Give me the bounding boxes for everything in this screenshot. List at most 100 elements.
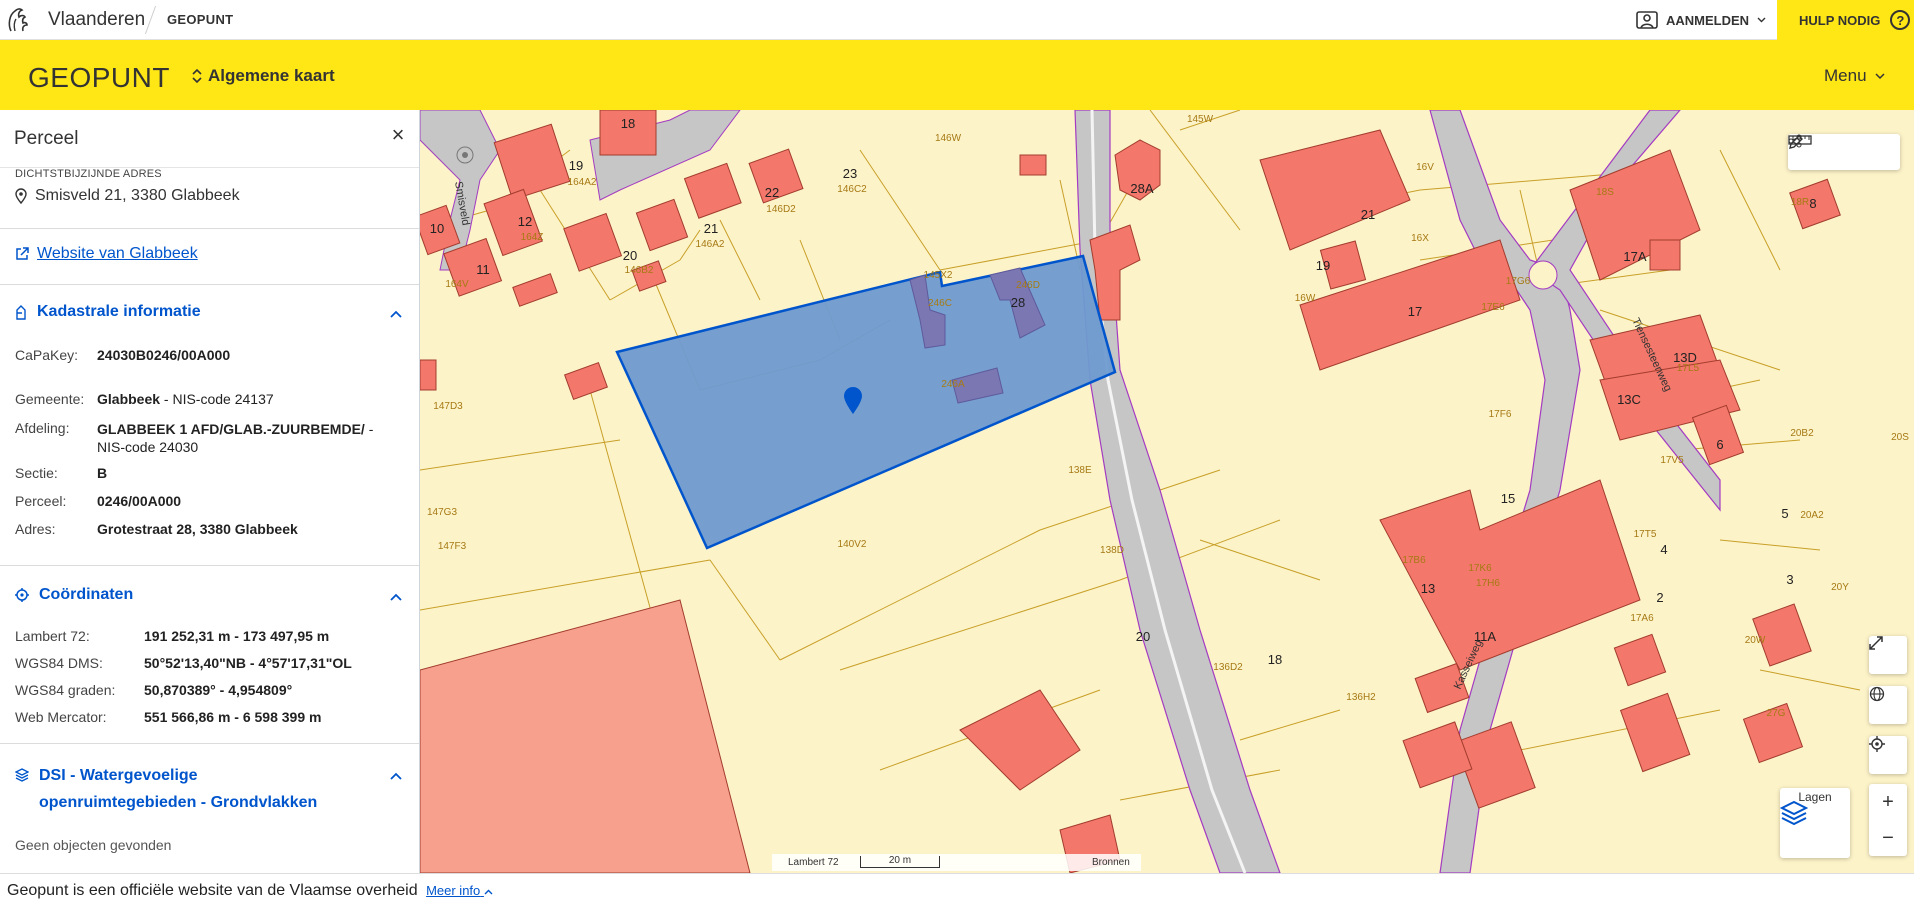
coord-deg-row: WGS84 graden: 50,870389° - 4,954809° — [15, 682, 292, 698]
section-dsi-header[interactable]: DSI - Watergevoelige openruimtegebieden -… — [15, 762, 317, 816]
parcel-164z: 164Z — [521, 232, 544, 243]
section-kadaster-title: Kadastrale informatie — [37, 303, 201, 320]
label-22: 22 — [765, 185, 779, 200]
user-icon — [1636, 11, 1658, 29]
label-19: 19 — [569, 158, 583, 173]
label-4: 4 — [1660, 542, 1667, 557]
label-13: 13 — [1421, 581, 1435, 596]
login-button[interactable]: AANMELDEN — [1636, 8, 1766, 32]
crosshair-icon — [15, 588, 29, 602]
chevron-up-icon — [484, 889, 493, 895]
locate-button[interactable] — [1869, 736, 1907, 774]
gemeente-row: Gemeente: Glabbeek - NIS-code 24137 — [15, 391, 274, 407]
merc-label: Web Mercator: — [15, 709, 107, 725]
merc-value: 551 566,86 m - 6 598 399 m — [144, 709, 322, 725]
zoom-in-button[interactable]: + — [1869, 784, 1907, 820]
label-11: 11 — [476, 262, 490, 277]
label-23: 23 — [843, 166, 857, 181]
crs-label[interactable]: Lambert 72 — [788, 857, 839, 868]
parcel-146c2: 146C2 — [837, 184, 867, 195]
parcel-246c: 246C — [928, 298, 952, 309]
parcel-17a6: 17A6 — [1630, 613, 1654, 624]
expand-icon — [1869, 636, 1883, 650]
section-coords-title: Coördinaten — [39, 586, 134, 603]
no-objects-text: Geen objecten gevonden — [15, 837, 172, 853]
section-kadaster-header[interactable]: Kadastrale informatie — [15, 303, 201, 321]
external-link-icon — [16, 247, 29, 260]
adres-label: Adres: — [15, 521, 56, 537]
parcel-138d: 138D — [1100, 545, 1124, 556]
close-icon[interactable]: × — [387, 124, 409, 146]
map-selector-label: Algemene kaart — [208, 66, 335, 85]
scale-distance: 20 m — [860, 856, 940, 868]
map-canvas[interactable]: 18 19 12 10 11 20 21 22 23 28A 21 19 17 … — [420, 110, 1914, 873]
parcel-145x2: 145X2 — [924, 270, 953, 281]
perceel-row: Perceel: 0246/00A000 — [15, 493, 181, 509]
app-title[interactable]: GEOPUNT — [28, 62, 170, 94]
coord-lambert-row: Lambert 72: 191 252,31 m - 173 497,95 m — [15, 628, 329, 644]
label-28: 28 — [1011, 295, 1025, 310]
website-link[interactable]: Website van Glabbeek — [15, 245, 198, 263]
help-button[interactable]: HULP NODIG ? — [1777, 0, 1914, 40]
parcel-20w: 20W — [1745, 635, 1766, 646]
sources-link[interactable]: Bronnen — [1092, 857, 1130, 868]
parcel-146d2: 146D2 — [766, 204, 796, 215]
section-dsi-title-1: DSI - Watergevoelige — [39, 767, 198, 784]
chevron-up-icon[interactable] — [388, 306, 404, 322]
parcel-145w: 145W — [1187, 114, 1214, 125]
chevron-up-icon[interactable] — [388, 768, 404, 784]
layers-button[interactable]: Lagen — [1780, 788, 1850, 858]
parcel-18r: 18R — [1791, 197, 1809, 208]
map-toolbar — [1788, 134, 1900, 170]
label-17: 17 — [1408, 304, 1422, 319]
road-main — [1074, 110, 1281, 873]
parcel-246a: 246A — [941, 379, 965, 390]
brand-vlaanderen[interactable]: Vlaanderen — [48, 9, 145, 31]
layers-icon — [15, 768, 29, 782]
parcel-17k6: 17K6 — [1468, 563, 1492, 574]
capakey-link[interactable]: 24030B0246/00A000 — [97, 347, 230, 363]
chevron-up-icon[interactable] — [388, 589, 404, 605]
location-pin-icon — [15, 188, 27, 204]
share-icon[interactable] — [1788, 134, 1802, 148]
menu-button[interactable]: Menu — [1824, 66, 1885, 86]
gemeente-value: Glabbeek — [97, 391, 161, 407]
parcel-20a2: 20A2 — [1800, 510, 1824, 521]
crosshair-icon — [1869, 736, 1885, 752]
app-name[interactable]: GEOPUNT — [167, 12, 233, 27]
more-info-link[interactable]: Meer info — [426, 883, 493, 898]
label-3: 3 — [1786, 572, 1793, 587]
gemeente-label: Gemeente: — [15, 391, 85, 407]
label-28a: 28A — [1130, 181, 1153, 196]
footer-text: Geopunt is een officiële website van de … — [7, 882, 418, 899]
section-coords-header[interactable]: Coördinaten — [15, 586, 133, 604]
parcel-246d: 246D — [1016, 280, 1040, 291]
zoom-out-button[interactable]: − — [1869, 820, 1907, 856]
sectie-label: Sectie: — [15, 465, 58, 481]
globe-button[interactable] — [1869, 686, 1907, 724]
parcel-20s: 20S — [1891, 432, 1909, 443]
menu-label: Menu — [1824, 66, 1867, 85]
address-text: Smisveld 21, 3380 Glabbeek — [35, 187, 240, 204]
chevron-down-icon — [1875, 72, 1885, 79]
lambert-value: 191 252,31 m - 173 497,95 m — [144, 628, 330, 644]
afdeling-label: Afdeling: — [15, 420, 70, 436]
parcel-136h2: 136H2 — [1346, 692, 1376, 703]
parcel-147f3: 147F3 — [438, 541, 467, 552]
afdeling-dash: - — [364, 421, 374, 437]
label-21: 21 — [704, 221, 718, 236]
map-svg: 18 19 12 10 11 20 21 22 23 28A 21 19 17 … — [420, 110, 1909, 873]
address-label: DICHTSTBIJZIJNDE ADRES — [15, 168, 162, 180]
parcel-18s: 18S — [1596, 187, 1614, 198]
fullscreen-button[interactable] — [1869, 636, 1907, 674]
label-8: 8 — [1809, 196, 1816, 211]
flemish-lion-icon[interactable] — [6, 5, 32, 35]
label-10: 10 — [430, 221, 444, 236]
selected-parcel[interactable] — [615, 254, 1117, 550]
brand-separator — [144, 6, 157, 34]
map-selector[interactable]: Algemene kaart — [192, 66, 335, 86]
sectie-row: Sectie: B — [15, 465, 107, 481]
label-6: 6 — [1716, 437, 1723, 452]
perceel-value: 0246/00A000 — [97, 493, 182, 509]
parcel-panel: Perceel × DICHTSTBIJZIJNDE ADRES Smisvel… — [0, 110, 420, 873]
